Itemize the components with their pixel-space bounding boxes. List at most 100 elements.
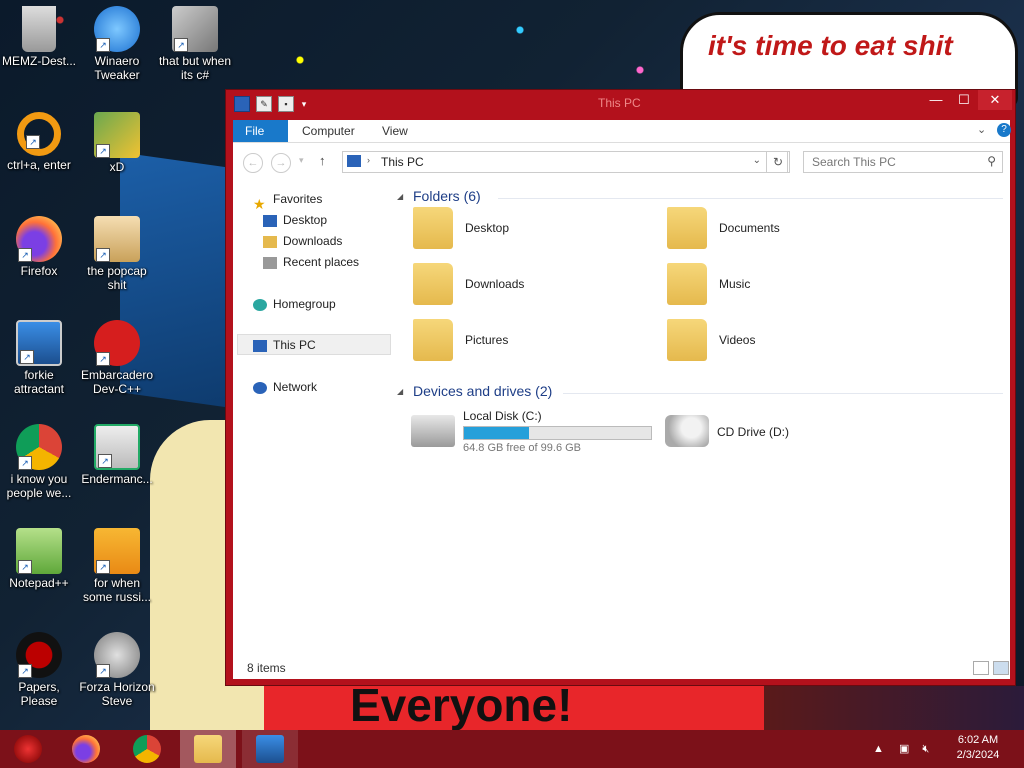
shortcut-arrow-icon: ↗ — [96, 38, 110, 52]
chrome-icon: ↗ — [16, 424, 62, 470]
address-dropdown-icon[interactable]: ⌄ — [753, 155, 761, 166]
hxd-icon: ↗ — [94, 112, 140, 158]
tab-file[interactable]: File — [233, 120, 288, 142]
folder-label: Music — [719, 277, 751, 291]
clock-date: 2/3/2024 — [956, 749, 1000, 761]
maximize-button[interactable]: ☐ — [950, 90, 978, 110]
drive-usage-bar — [463, 426, 652, 440]
properties-icon[interactable]: ✎ — [256, 96, 272, 112]
wallpaper-speech-text: it's time to eat shit — [708, 30, 953, 61]
nav-downloads[interactable]: Downloads — [263, 231, 342, 251]
desktop-icon-ctrl-a[interactable]: ↗ ctrl+a, enter — [0, 112, 78, 172]
drives-header[interactable]: Devices and drives (2) — [413, 383, 552, 399]
folder-label: Videos — [719, 333, 756, 347]
collapse-folders-icon[interactable]: ◢ — [397, 192, 403, 201]
address-field[interactable]: › This PC ⌄ — [342, 151, 788, 173]
ribbon: File Computer View ⌄ ? — [233, 120, 1011, 143]
nav-label: Homegroup — [273, 297, 336, 311]
desktop-icon-label: Papers, Please — [18, 680, 60, 708]
nav-favorites[interactable]: ★ Favorites — [253, 189, 322, 212]
shortcut-arrow-icon: ↗ — [96, 144, 110, 158]
folder-music[interactable]: Music — [667, 259, 907, 311]
firefox-icon: ↗ — [16, 216, 62, 262]
desktop-icon-winaero[interactable]: ↗ Winaero Tweaker — [78, 6, 156, 82]
desktop-icon-chrome[interactable]: ↗ i know you people we... — [0, 424, 78, 500]
volume-muted-icon[interactable]: 🔇︎ — [922, 743, 929, 755]
main-pane: ◢ Folders (6) Desktop Documents Download… — [393, 181, 1010, 651]
show-hidden-icons-icon[interactable]: ▲ — [873, 743, 884, 755]
taskbar-control-app[interactable] — [242, 730, 298, 768]
desktop-icon-xd[interactable]: ↗ xD — [78, 112, 156, 174]
drive-local-disk-c[interactable]: Local Disk (C:) 64.8 GB free of 99.6 GB — [411, 409, 661, 454]
nav-label: Downloads — [283, 234, 343, 248]
folder-pictures[interactable]: Pictures — [413, 315, 653, 367]
up-button[interactable]: ↑ — [319, 153, 326, 168]
desktop-icon-label: that but when its c# — [158, 54, 232, 82]
desktop-icon-papers-please[interactable]: ↗ Papers, Please — [0, 632, 78, 708]
desktop-icon-firefox[interactable]: ↗ Firefox — [0, 216, 78, 278]
folders-header[interactable]: Folders (6) — [413, 188, 481, 204]
gear-monitor-icon: ↗ — [16, 320, 62, 366]
star-icon: ★ — [253, 195, 266, 212]
wallpaper-bottom-right — [764, 686, 1024, 730]
taskbar-chrome[interactable] — [119, 730, 175, 768]
tab-view[interactable]: View — [370, 120, 420, 142]
music-folder-icon — [667, 263, 707, 305]
desktop-icon-de[interactable]: ↗ for when some russi... — [78, 528, 156, 604]
desktop-icon-label: ctrl+a, enter — [7, 158, 71, 172]
taskbar-file-explorer[interactable] — [180, 730, 236, 768]
downloads-folder-icon — [413, 263, 453, 305]
close-button[interactable]: ✕ — [978, 90, 1012, 110]
forward-button[interactable]: → — [271, 153, 291, 173]
desktop-icon-label: Winaero Tweaker — [94, 54, 140, 82]
nav-network[interactable]: Network — [253, 377, 317, 397]
tab-computer[interactable]: Computer — [290, 120, 367, 142]
new-folder-icon[interactable]: ▪ — [278, 96, 294, 112]
folder-downloads[interactable]: Downloads — [413, 259, 653, 311]
desktop-icon-notepadpp[interactable]: ↗ Notepad++ — [0, 528, 78, 590]
nav-homegroup[interactable]: Homegroup — [253, 294, 336, 314]
folder-videos[interactable]: Videos — [667, 315, 907, 367]
folder-documents[interactable]: Documents — [667, 203, 907, 255]
nav-label: Network — [273, 380, 318, 394]
window-title-bar[interactable]: ✎ ▪ ▾ This PC — ☐ ✕ — [226, 90, 1015, 118]
desktop-icon-enderman[interactable]: ↗ Endermanc... — [78, 424, 156, 486]
large-icons-view-icon[interactable] — [993, 661, 1009, 675]
drive-cd-d[interactable]: CD Drive (D:) — [665, 409, 915, 453]
start-button[interactable] — [0, 730, 56, 768]
window-app-icon: ↗ — [94, 424, 140, 470]
ribbon-expand-icon[interactable]: ⌄ — [977, 123, 986, 136]
desktop-icon-memz[interactable]: MEMZ-Dest... — [0, 6, 78, 68]
desktop-icon-popcap[interactable]: ↗ the popcap shit — [78, 216, 156, 292]
breadcrumb-chevron-icon: › — [367, 155, 370, 165]
desktop-icon-label: Endermanc... — [81, 472, 153, 486]
desktop-icon-stacked[interactable]: ↗ that but when its c# — [156, 6, 234, 82]
desktop-icon-forkie[interactable]: ↗ forkie attractant — [0, 320, 78, 396]
recent-locations-icon[interactable]: ▾ — [299, 155, 304, 166]
drive-usage-fill — [464, 427, 530, 439]
search-input[interactable]: Search This PC ⚲ — [803, 151, 1003, 173]
folder-desktop[interactable]: Desktop — [413, 203, 653, 255]
firefox-icon — [72, 735, 100, 763]
qat-dropdown-icon[interactable]: ▾ — [300, 97, 308, 111]
nav-recent-places[interactable]: Recent places — [263, 252, 359, 272]
network-tray-icon[interactable]: ▣ — [899, 743, 909, 755]
collapse-drives-icon[interactable]: ◢ — [397, 387, 403, 396]
nav-desktop[interactable]: Desktop — [263, 210, 327, 230]
devcpp-icon: ↗ — [94, 320, 140, 366]
clock[interactable]: 6:02 AM 2/3/2024 — [948, 733, 1008, 763]
desktop-icon-label: Forza Horizon Steve — [79, 680, 155, 708]
address-text: This PC — [381, 155, 424, 169]
details-view-icon[interactable] — [973, 661, 989, 675]
nav-label: This PC — [273, 338, 316, 352]
desktop-icon-forza[interactable]: ↗ Forza Horizon Steve — [78, 632, 156, 708]
refresh-button[interactable]: ↻ — [766, 151, 790, 173]
desktop-icon-devcpp[interactable]: ↗ Embarcadero Dev-C++ — [78, 320, 156, 396]
desktop-icon-label: Notepad++ — [9, 576, 69, 590]
back-button[interactable]: ← — [243, 153, 263, 173]
help-icon[interactable]: ? — [997, 123, 1011, 137]
minimize-button[interactable]: — — [922, 90, 950, 110]
nav-this-pc[interactable]: This PC — [253, 335, 316, 355]
stacked-windows-icon: ↗ — [172, 6, 218, 52]
taskbar-firefox[interactable] — [58, 730, 114, 768]
